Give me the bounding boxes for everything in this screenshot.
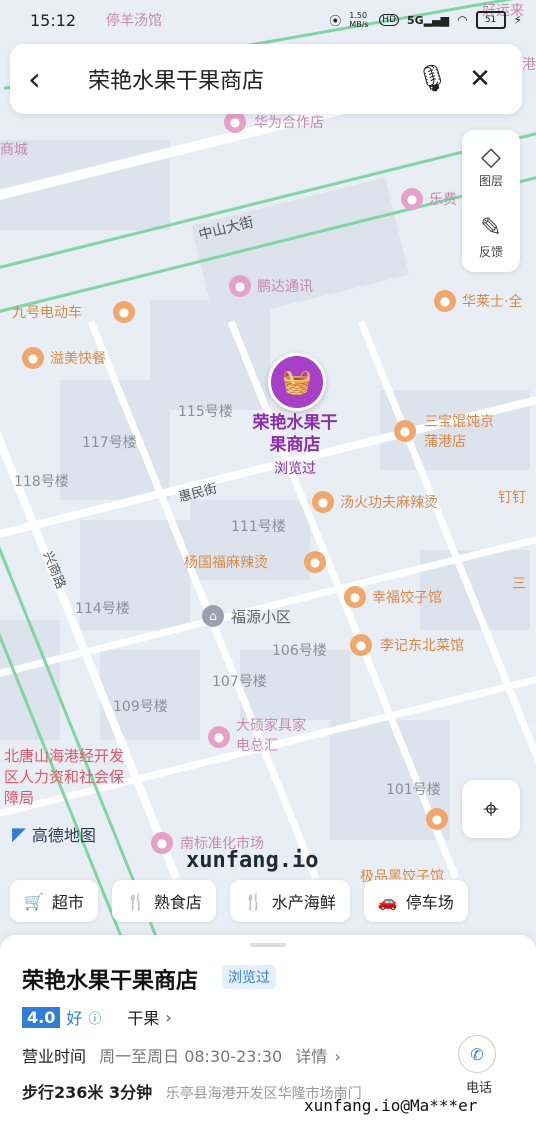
watermark: xunfang.io [186,848,319,873]
restaurant-icon[interactable]: ● [426,808,448,830]
shop-icon[interactable]: ● [401,188,423,210]
building-label: 115号楼 [178,404,233,420]
poi-label[interactable]: 港 [522,54,536,74]
copyright-watermark: xunfang.io@Ma***er [304,1096,478,1115]
back-icon[interactable]: ‹ [28,60,68,98]
hours-value: 周一至周日 08:30-23:30 [99,1047,283,1066]
building-label: 118号楼 [14,474,69,490]
poi-label[interactable]: 汤火功夫麻辣烫 [340,492,438,512]
map-tools: ◇ 图层 ✎ 反馈 [462,130,520,272]
restaurant-icon[interactable]: ● [312,491,334,513]
location-icon: ⦿ [329,13,342,28]
details-link[interactable]: 详情 [295,1047,327,1066]
marker-label: 荣艳水果干果商店 [252,413,338,455]
rating-row[interactable]: 4.0 好 ⓘ 干果 › [22,1005,172,1029]
restaurant-icon[interactable]: ● [394,420,416,442]
poi-label[interactable]: 九号电动车 [12,302,82,322]
hd-badge: HD [379,14,399,26]
road-label: 兴商路 [39,549,68,592]
search-bar[interactable]: ‹ 荣艳水果干果商店 🎙 ✕ [10,44,522,114]
rating-score: 4.0 [22,1006,61,1028]
poi-label[interactable]: 乐费 [429,189,457,209]
building-label: 111号楼 [231,519,286,535]
building-label: 114号楼 [75,601,130,617]
hours-label: 营业时间 [22,1047,87,1066]
status-time: 15:12 [30,10,77,30]
phone-shop-icon[interactable]: ● [224,111,246,133]
chevron-right-icon: › [334,1047,341,1066]
poi-label[interactable]: 鹏达通讯 [257,276,313,296]
fork-knife-icon: 🍴 [125,891,146,911]
rating-grade: 好 [66,1009,83,1028]
battery-icon: 51 [475,11,506,29]
layers-button[interactable]: ◇ 图层 [462,130,520,201]
marker-visited-label: 浏览过 [274,461,316,477]
amap-logo-icon: ◤ [12,823,26,845]
furniture-icon[interactable]: ● [208,726,230,748]
poi-label[interactable]: 李记东北菜馆 [380,635,464,655]
chip-deli[interactable]: 🍴 熟食店 [111,880,216,922]
mic-icon[interactable]: 🎙 [408,64,456,94]
restaurant-icon[interactable]: ● [304,551,326,573]
shop-icon[interactable]: ● [113,301,135,323]
hours-row[interactable]: 营业时间 周一至周日 08:30-23:30 详情 › [22,1043,341,1067]
place-category[interactable]: 干果 [127,1005,159,1029]
car-icon: 🚗 [377,891,398,911]
sheet-handle[interactable] [250,943,286,947]
poi-label[interactable]: 华为合作店 [254,112,324,132]
walk-distance: 步行236米 3分钟 [22,1083,153,1102]
restaurant-icon[interactable]: ● [434,290,456,312]
phone-button[interactable]: ✆ [458,1035,496,1073]
building-label: 117号楼 [82,435,137,451]
poi-label[interactable]: 三 [512,573,526,593]
restaurant-icon[interactable]: ● [350,634,372,656]
basket-icon: 🧺 [282,368,312,396]
poi-label[interactable]: 华莱士·全 [462,291,522,311]
amap-logo: ◤ 高德地图 [12,823,96,846]
poi-label[interactable]: 大硕家具家电总汇 [236,716,316,756]
residence-icon[interactable]: ⌂ [202,605,224,627]
layers-icon: ◇ [481,142,501,172]
wifi-icon: ◠ [457,13,468,27]
poi-label[interactable]: 商城 [0,139,28,159]
charging-icon: ⚡ [513,13,522,27]
cart-icon: 🛒 [24,891,44,911]
chevron-right-icon: › [165,1007,172,1027]
close-icon[interactable]: ✕ [456,64,504,94]
net-speed: 1.50 MB/s [349,11,369,29]
info-icon[interactable]: ⓘ [88,1008,101,1027]
fork-knife-icon: 🍴 [243,891,264,911]
feedback-button[interactable]: ✎ 反馈 [462,201,520,272]
edit-icon: ✎ [480,213,502,243]
phone-label: 电话 [465,1081,492,1096]
poi-label[interactable]: 三宝馄饨京蒲港店 [424,412,504,452]
place-name: 荣艳水果干果商店 [22,969,199,994]
restaurant-icon[interactable]: ● [344,586,366,608]
signal-icon: 5G▂▄▆ [407,13,450,27]
chip-seafood[interactable]: 🍴 水产海鲜 [229,880,350,922]
poi-label[interactable]: 福源小区 [231,606,291,627]
chip-supermarket[interactable]: 🛒 超市 [10,880,98,922]
search-input[interactable]: 荣艳水果干果商店 [68,63,408,95]
chip-parking[interactable]: 🚗 停车场 [363,880,468,922]
locate-icon: ⌖ [483,792,499,825]
building-label: 109号楼 [113,699,168,715]
market-icon[interactable]: ● [151,832,173,854]
poi-label[interactable]: 北唐山海港经开发区人力资和社会保障局 [4,746,124,809]
status-bar: 15:12 ⦿ 1.50 MB/s HD 5G▂▄▆ ◠ 51 ⚡ [0,0,536,40]
poi-label[interactable]: 杨国福麻辣烫 [184,552,268,572]
building-label: 106号楼 [272,643,327,659]
poi-label[interactable]: 幸福饺子馆 [372,587,442,607]
poi-label[interactable]: 钉钉 [498,487,526,507]
building-label: 101号楼 [386,782,441,798]
poi-label[interactable]: 溢美快餐 [50,348,106,368]
restaurant-icon[interactable]: ● [22,347,44,369]
locate-button[interactable]: ⌖ [462,780,520,838]
phone-icon: ✆ [470,1044,484,1064]
building-label: 107号楼 [212,674,267,690]
phone-shop-icon[interactable]: ● [229,275,251,297]
visited-tag: 浏览过 [222,965,276,989]
selected-place-marker[interactable]: 🧺 [268,353,326,411]
category-chips: 🛒 超市 🍴 熟食店 🍴 水产海鲜 🚗 停车场 [10,880,468,922]
